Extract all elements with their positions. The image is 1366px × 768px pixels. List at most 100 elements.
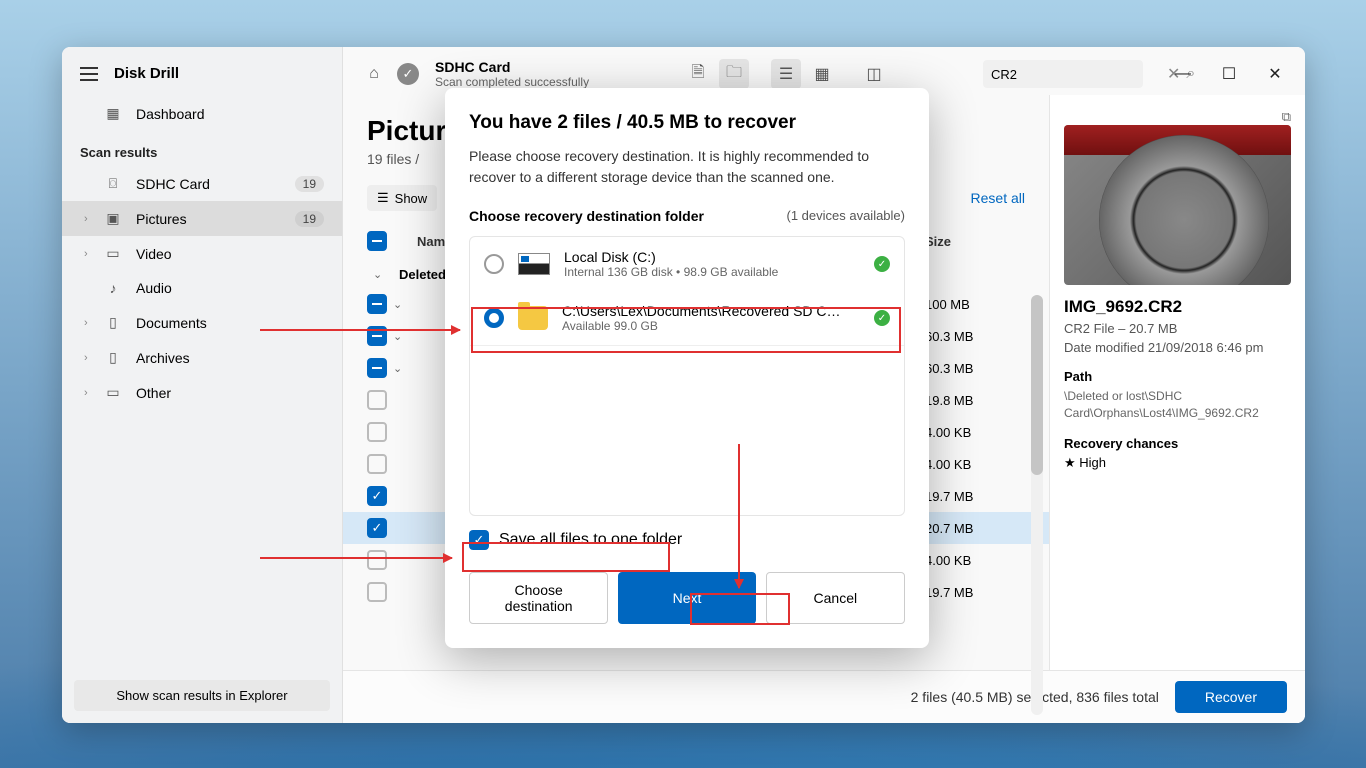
dest-title: C:\Users\Lex\Documents\Recovered SD C…	[562, 303, 860, 319]
chevron-right-icon: ›	[84, 387, 88, 399]
row-checkbox[interactable]	[367, 326, 387, 346]
sidebar: Disk Drill ▦ Dashboard Scan results ⌼ SD…	[62, 47, 343, 723]
maximize-button[interactable]: ☐	[1215, 60, 1243, 88]
video-icon: ▭	[104, 245, 122, 262]
document-icon: ▯	[104, 314, 122, 331]
select-all-checkbox[interactable]	[367, 231, 387, 251]
app-title: Disk Drill	[114, 65, 179, 82]
audio-icon: ♪	[104, 280, 122, 296]
destination-list: Local Disk (C:) Internal 136 GB disk • 9…	[469, 236, 905, 516]
row-checkbox[interactable]	[367, 294, 387, 314]
save-all-checkbox[interactable]: ✓	[469, 530, 489, 550]
sidebar-item-label: Dashboard	[136, 106, 205, 122]
sidebar-item-other[interactable]: › ▭ Other	[62, 375, 342, 410]
sidebar-item-label: SDHC Card	[136, 176, 210, 192]
sidebar-item-video[interactable]: › ▭ Video	[62, 236, 342, 271]
size-column-header[interactable]: Size	[925, 234, 1025, 249]
preview-path: \Deleted or lost\SDHC Card\Orphans\Lost4…	[1064, 388, 1291, 422]
status-check-icon: ✓	[397, 63, 419, 85]
destination-item-folder[interactable]: C:\Users\Lex\Documents\Recovered SD C… A…	[470, 291, 904, 345]
other-icon: ▭	[104, 384, 122, 401]
preview-filename: IMG_9692.CR2	[1064, 297, 1291, 317]
radio-selected[interactable]	[484, 308, 504, 328]
sidebar-item-audio[interactable]: ♪ Audio	[62, 271, 342, 305]
preview-modified: Date modified 21/09/2018 6:46 pm	[1064, 340, 1291, 355]
dest-subtitle: Internal 136 GB disk • 98.9 GB available	[564, 265, 860, 279]
chevron-down-icon[interactable]: ⌄	[393, 298, 413, 311]
chevron-right-icon: ›	[84, 352, 88, 364]
row-checkbox[interactable]	[367, 422, 387, 442]
next-button[interactable]: Next	[618, 572, 755, 624]
list-view-icon[interactable]: ☰	[771, 59, 801, 89]
drive-icon: ⌼	[104, 175, 122, 192]
path-label: Path	[1064, 369, 1291, 384]
show-filter-button[interactable]: ☰ Show	[367, 185, 437, 211]
chevron-right-icon: ›	[84, 317, 88, 329]
chevron-down-icon[interactable]: ⌄	[373, 268, 393, 281]
sidebar-section-label: Scan results	[62, 135, 342, 166]
header-title: SDHC Card	[435, 59, 589, 75]
count-badge: 19	[295, 211, 324, 227]
row-checkbox[interactable]	[367, 390, 387, 410]
row-checkbox[interactable]	[367, 550, 387, 570]
header-subtitle: Scan completed successfully	[435, 75, 589, 89]
row-checkbox[interactable]: ✓	[367, 486, 387, 506]
preview-filetype: CR2 File – 20.7 MB	[1064, 321, 1291, 336]
sidebar-item-label: Video	[136, 246, 172, 262]
destination-section-label: Choose recovery destination folder	[469, 208, 704, 224]
sidebar-item-documents[interactable]: › ▯ Documents	[62, 305, 342, 340]
close-button[interactable]: ✕	[1261, 60, 1289, 88]
check-icon: ✓	[874, 310, 890, 326]
home-button[interactable]: ⌂	[359, 59, 389, 89]
bottom-bar: 2 files (40.5 MB) selected, 836 files to…	[343, 670, 1305, 723]
sidebar-item-label: Archives	[136, 350, 190, 366]
sidebar-item-archives[interactable]: › ▯ Archives	[62, 340, 342, 375]
sidebar-item-dashboard[interactable]: ▦ Dashboard	[62, 96, 342, 131]
chevron-down-icon[interactable]: ⌄	[393, 330, 413, 343]
hamburger-icon[interactable]	[80, 67, 98, 81]
external-link-icon[interactable]: ⧉	[1282, 109, 1291, 125]
search-input[interactable]	[991, 67, 1167, 82]
recover-button[interactable]: Recover	[1175, 681, 1287, 713]
minimize-button[interactable]: —	[1169, 60, 1197, 88]
radio-unselected[interactable]	[484, 254, 504, 274]
recovery-modal: You have 2 files / 40.5 MB to recover Pl…	[445, 88, 929, 648]
dest-title: Local Disk (C:)	[564, 249, 860, 265]
devices-available: (1 devices available)	[786, 208, 905, 223]
show-in-explorer-button[interactable]: Show scan results in Explorer	[74, 680, 330, 711]
save-all-label: Save all files to one folder	[499, 531, 682, 549]
sidebar-item-sdhc[interactable]: ⌼ SDHC Card 19	[62, 166, 342, 201]
panel-toggle-icon[interactable]: ◫	[859, 59, 889, 89]
folder-view-icon[interactable]: 🗀	[719, 59, 749, 89]
modal-title: You have 2 files / 40.5 MB to recover	[469, 112, 905, 134]
row-checkbox[interactable]: ✓	[367, 518, 387, 538]
recovery-chances-label: Recovery chances	[1064, 436, 1291, 451]
picture-icon: ▣	[104, 210, 122, 227]
disk-icon	[518, 253, 550, 275]
chevron-right-icon: ›	[84, 248, 88, 260]
preview-image	[1064, 125, 1291, 285]
scrollbar-thumb[interactable]	[1031, 295, 1043, 475]
chevron-down-icon[interactable]: ⌄	[393, 362, 413, 375]
recovery-chances-value: ★ High	[1064, 455, 1291, 471]
grid-icon: ▦	[104, 105, 122, 122]
scrollbar[interactable]	[1031, 295, 1043, 715]
row-checkbox[interactable]	[367, 454, 387, 474]
search-box[interactable]: ✕ ⌕	[983, 60, 1143, 88]
count-badge: 19	[295, 176, 324, 192]
chevron-right-icon: ›	[84, 213, 88, 225]
preview-panel: ⧉ IMG_9692.CR2 CR2 File – 20.7 MB Date m…	[1049, 95, 1305, 670]
modal-subtitle: Please choose recovery destination. It i…	[469, 146, 905, 188]
reset-all-link[interactable]: Reset all	[971, 190, 1025, 206]
destination-item-local[interactable]: Local Disk (C:) Internal 136 GB disk • 9…	[470, 237, 904, 291]
sidebar-item-pictures[interactable]: › ▣ Pictures 19	[62, 201, 342, 236]
cancel-button[interactable]: Cancel	[766, 572, 905, 624]
choose-destination-button[interactable]: Choose destination	[469, 572, 608, 624]
row-checkbox[interactable]	[367, 358, 387, 378]
row-checkbox[interactable]	[367, 582, 387, 602]
check-icon: ✓	[874, 256, 890, 272]
group-label: Deleted	[399, 267, 446, 282]
grid-view-icon[interactable]: ▦	[807, 59, 837, 89]
file-view-icon[interactable]: 🗎	[683, 59, 713, 89]
sidebar-item-label: Other	[136, 385, 171, 401]
